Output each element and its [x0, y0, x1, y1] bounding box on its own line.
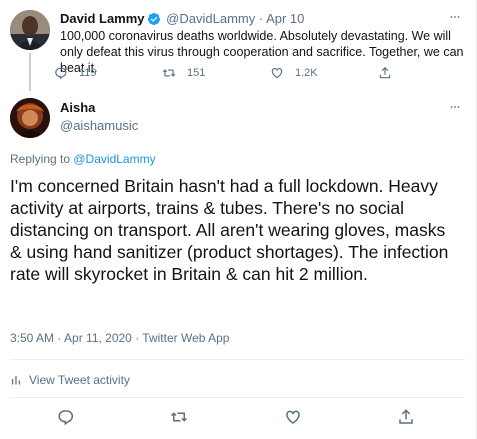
parent-author-name[interactable]: David Lammy — [60, 11, 145, 26]
parent-share-button[interactable] — [378, 66, 403, 80]
thread-connector-line — [29, 53, 31, 91]
parent-retweet-button[interactable]: 151 — [162, 66, 205, 80]
replying-to-prefix: Replying to — [10, 152, 74, 166]
divider — [10, 397, 465, 398]
retweet-icon — [162, 69, 176, 77]
parent-tweet-date[interactable]: · Apr 10 — [259, 11, 305, 26]
tweet-text: I'm concerned Britain hasn't had a full … — [10, 176, 449, 284]
like-button[interactable] — [284, 408, 302, 426]
parent-like-button[interactable]: 1.2K — [270, 66, 318, 80]
tweet-timestamp[interactable]: 3:50 AM · Apr 11, 2020 · Twitter Web App — [10, 331, 229, 345]
david-lammy-avatar[interactable] — [10, 10, 50, 50]
view-tweet-activity-link[interactable]: View Tweet activity — [10, 373, 130, 387]
share-icon — [399, 409, 413, 424]
reply-button[interactable] — [57, 408, 75, 426]
divider — [10, 359, 465, 360]
parent-retweet-count: 151 — [187, 67, 206, 79]
replying-to-link[interactable]: @DavidLammy — [73, 152, 155, 166]
view-tweet-activity-label: View Tweet activity — [29, 373, 130, 387]
tweet-author-handle[interactable]: @aishamusic — [60, 118, 138, 133]
heart-icon — [286, 410, 300, 424]
share-icon — [379, 66, 391, 79]
retweet-icon — [170, 412, 188, 422]
more-options-icon[interactable] — [448, 100, 462, 114]
retweet-button[interactable] — [170, 408, 188, 426]
reply-icon — [55, 67, 67, 80]
parent-tweet-actions: 119 151 1.2K — [54, 66, 414, 84]
heart-icon — [271, 68, 283, 79]
parent-author-handle[interactable]: @DavidLammy — [166, 11, 255, 26]
tweet-thread: David Lammy @DavidLammy · Apr 10 100,000… — [0, 0, 477, 439]
parent-reply-button[interactable]: 119 — [54, 66, 97, 80]
reply-icon — [58, 410, 74, 426]
parent-reply-count: 119 — [79, 67, 97, 79]
bar-chart-icon — [12, 376, 20, 385]
more-options-icon[interactable] — [448, 10, 462, 24]
tweet-author-name[interactable]: Aisha — [60, 100, 95, 115]
parent-like-count: 1.2K — [295, 67, 318, 79]
replying-to-line: Replying to @DavidLammy — [10, 152, 156, 166]
tweet-actions — [0, 406, 477, 428]
share-button[interactable] — [397, 408, 415, 426]
aisha-avatar[interactable] — [10, 98, 50, 138]
